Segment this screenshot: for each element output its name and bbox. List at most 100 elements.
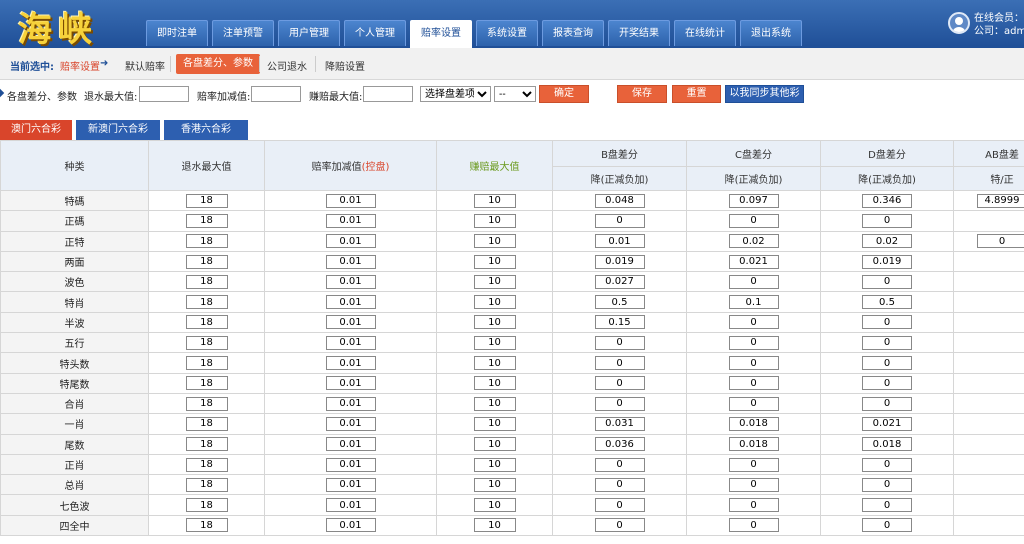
- cell-input-c[interactable]: [728, 315, 779, 330]
- cell-input-d[interactable]: [862, 274, 912, 289]
- cell-input-o[interactable]: [325, 498, 376, 513]
- nav-tab[interactable]: 用户管理: [278, 20, 340, 46]
- cell-input-o[interactable]: [325, 274, 376, 289]
- handicap-item-select[interactable]: 选择盘差项目: [420, 86, 491, 102]
- tab-hongkong-lottery[interactable]: 香港六合彩: [164, 120, 248, 140]
- cell-input-d[interactable]: [862, 213, 912, 228]
- cell-input-w[interactable]: [473, 356, 516, 371]
- sync-other-lottery-button[interactable]: 以我同步其他彩: [725, 85, 804, 103]
- cell-input-o[interactable]: [325, 193, 376, 208]
- cell-input-r[interactable]: [185, 457, 228, 472]
- cell-input-c[interactable]: [728, 416, 779, 431]
- nav-tab[interactable]: 即时注单: [146, 20, 208, 46]
- cell-input-ab[interactable]: [977, 193, 1024, 208]
- cell-input-d[interactable]: [862, 477, 912, 492]
- cell-input-b[interactable]: [594, 518, 645, 533]
- cell-input-c[interactable]: [728, 274, 779, 289]
- tab-macau-lottery[interactable]: 澳门六合彩: [0, 120, 72, 140]
- subnav-default-odds[interactable]: 默认赔率: [125, 58, 165, 73]
- cell-input-c[interactable]: [728, 477, 779, 492]
- cell-input-c[interactable]: [728, 437, 779, 452]
- cell-input-c[interactable]: [728, 457, 779, 472]
- cell-input-r[interactable]: [185, 376, 228, 391]
- cell-input-r[interactable]: [185, 315, 228, 330]
- cell-input-o[interactable]: [325, 416, 376, 431]
- nav-tab[interactable]: 系统设置: [476, 20, 538, 46]
- subnav-handicap-params[interactable]: 各盘差分、参数: [176, 54, 260, 74]
- cell-input-d[interactable]: [862, 396, 912, 411]
- nav-tab[interactable]: 赔率设置: [410, 20, 472, 48]
- cell-input-w[interactable]: [473, 437, 516, 452]
- cell-input-d[interactable]: [862, 193, 912, 208]
- cell-input-o[interactable]: [325, 457, 376, 472]
- subnav-odds-reduce[interactable]: 降赔设置: [325, 58, 365, 73]
- cell-input-d[interactable]: [862, 295, 912, 310]
- cell-input-c[interactable]: [728, 518, 779, 533]
- cell-input-c[interactable]: [728, 335, 779, 350]
- cell-input-b[interactable]: [594, 416, 645, 431]
- cell-input-w[interactable]: [473, 457, 516, 472]
- cell-input-w[interactable]: [473, 396, 516, 411]
- cell-input-r[interactable]: [185, 193, 228, 208]
- reset-button[interactable]: 重置: [672, 85, 721, 103]
- cell-input-o[interactable]: [325, 396, 376, 411]
- cell-input-d[interactable]: [862, 234, 912, 249]
- cell-input-c[interactable]: [728, 376, 779, 391]
- cell-input-w[interactable]: [473, 213, 516, 228]
- cell-input-r[interactable]: [185, 498, 228, 513]
- cell-input-c[interactable]: [728, 254, 779, 269]
- cell-input-ab[interactable]: [977, 234, 1024, 249]
- cell-input-w[interactable]: [473, 477, 516, 492]
- cell-input-o[interactable]: [325, 295, 376, 310]
- cell-input-c[interactable]: [728, 498, 779, 513]
- cell-input-r[interactable]: [185, 356, 228, 371]
- cell-input-o[interactable]: [325, 335, 376, 350]
- cell-input-b[interactable]: [594, 396, 645, 411]
- cell-input-o[interactable]: [325, 234, 376, 249]
- cell-input-w[interactable]: [473, 295, 516, 310]
- cell-input-b[interactable]: [594, 274, 645, 289]
- cell-input-d[interactable]: [862, 457, 912, 472]
- cell-input-d[interactable]: [862, 356, 912, 371]
- cell-input-r[interactable]: [185, 335, 228, 350]
- cell-input-b[interactable]: [594, 315, 645, 330]
- nav-tab[interactable]: 在线统计: [674, 20, 736, 46]
- cell-input-b[interactable]: [594, 234, 645, 249]
- cell-input-b[interactable]: [594, 213, 645, 228]
- cell-input-r[interactable]: [185, 274, 228, 289]
- cell-input-r[interactable]: [185, 295, 228, 310]
- cell-input-o[interactable]: [325, 213, 376, 228]
- cell-input-w[interactable]: [473, 254, 516, 269]
- cell-input-d[interactable]: [862, 376, 912, 391]
- subnav-company-rebate[interactable]: 公司退水: [267, 58, 307, 73]
- save-button[interactable]: 保存: [617, 85, 667, 103]
- cell-input-r[interactable]: [185, 416, 228, 431]
- cell-input-w[interactable]: [473, 335, 516, 350]
- cell-input-c[interactable]: [728, 356, 779, 371]
- cell-input-o[interactable]: [325, 356, 376, 371]
- cell-input-w[interactable]: [473, 274, 516, 289]
- cell-input-d[interactable]: [862, 416, 912, 431]
- cell-input-r[interactable]: [185, 437, 228, 452]
- cell-input-w[interactable]: [473, 416, 516, 431]
- cell-input-b[interactable]: [594, 356, 645, 371]
- nav-tab[interactable]: 报表查询: [542, 20, 604, 46]
- cell-input-w[interactable]: [473, 234, 516, 249]
- cell-input-d[interactable]: [862, 254, 912, 269]
- cell-input-b[interactable]: [594, 295, 645, 310]
- cell-input-r[interactable]: [185, 477, 228, 492]
- cell-input-r[interactable]: [185, 234, 228, 249]
- cell-input-o[interactable]: [325, 315, 376, 330]
- cell-input-c[interactable]: [728, 213, 779, 228]
- cell-input-b[interactable]: [594, 498, 645, 513]
- cell-input-w[interactable]: [473, 376, 516, 391]
- cell-input-b[interactable]: [594, 457, 645, 472]
- cell-input-o[interactable]: [325, 477, 376, 492]
- cell-input-w[interactable]: [473, 498, 516, 513]
- cell-input-b[interactable]: [594, 477, 645, 492]
- cell-input-b[interactable]: [594, 376, 645, 391]
- nav-tab[interactable]: 注单预警: [212, 20, 274, 46]
- cell-input-r[interactable]: [185, 254, 228, 269]
- tab-new-macau-lottery[interactable]: 新澳门六合彩: [76, 120, 160, 140]
- nav-tab[interactable]: 开奖结果: [608, 20, 670, 46]
